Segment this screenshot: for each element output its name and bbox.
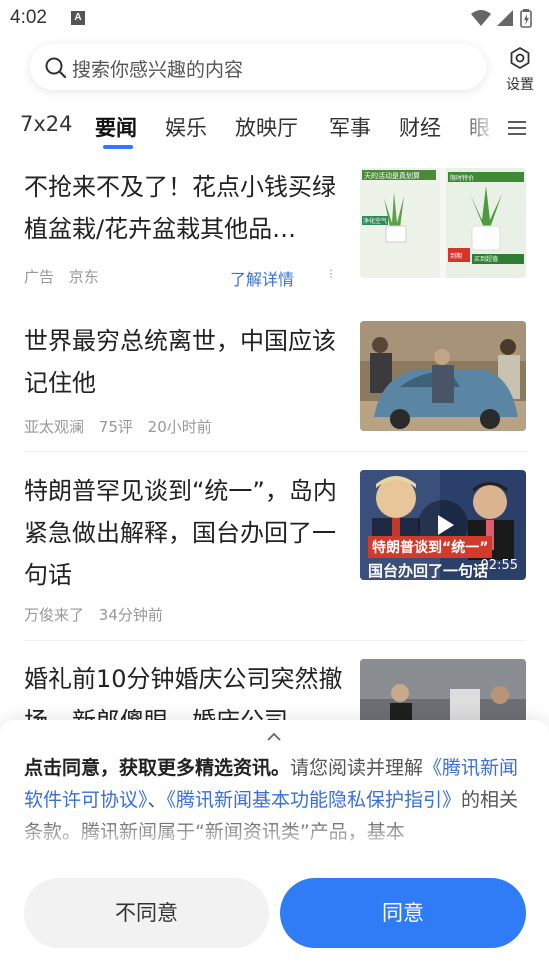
thumb-text-2: 净化空气 xyxy=(363,217,387,225)
divider xyxy=(24,451,526,452)
article-meta: 万俊来了 34分钟前 xyxy=(24,604,173,625)
article-source: 万俊来了 xyxy=(24,606,85,624)
video-thumbnail[interactable]: 特朗普谈到“统一” 国台办回了一句话 02:55 xyxy=(360,470,526,580)
article-title: 世界最穷总统离世，中国应该记住他 xyxy=(24,327,336,397)
tab-7x24[interactable]: 7x24 xyxy=(20,112,73,136)
search-icon xyxy=(45,57,67,79)
chevron-up-icon[interactable] xyxy=(266,732,282,742)
consent-text-1: 请您阅读并理解 xyxy=(290,757,424,779)
article-thumbnail: 天的活动是真划算 净化空气 限时特价 到期 买到超值 xyxy=(360,168,526,278)
active-tab-indicator xyxy=(103,145,133,149)
comment-count: 75评 xyxy=(98,418,133,436)
search-input[interactable]: 搜索你感兴趣的内容 xyxy=(30,44,486,90)
search-row: 搜索你感兴趣的内容 设置 xyxy=(0,36,549,98)
text-fade xyxy=(0,816,549,850)
article-thumbnail xyxy=(360,321,526,431)
learn-more-link[interactable]: 了解详情 xyxy=(230,266,294,290)
news-item-video[interactable]: 特朗普罕见谈到“统一”，岛内紧急做出解释，国台办回了一句话 特朗普谈到“统一” … xyxy=(24,470,526,630)
ad-label: 广告 xyxy=(24,268,55,286)
article-meta: 亚太观澜 75评 20小时前 xyxy=(24,416,222,437)
status-bar: 4:02 A xyxy=(0,0,549,36)
article-source: 亚太观澜 xyxy=(24,418,85,436)
search-placeholder: 搜索你感兴趣的内容 xyxy=(72,59,244,81)
video-duration: 02:55 xyxy=(480,558,518,573)
divider xyxy=(24,640,526,641)
tab-military[interactable]: 军事 xyxy=(329,112,371,142)
signal-icon xyxy=(497,10,513,26)
article-time: 20小时前 xyxy=(147,418,212,436)
disagree-button[interactable]: 不同意 xyxy=(24,878,269,948)
video-caption: 国台办回了一句话 xyxy=(368,562,489,580)
channel-tabs: 7x24 要闻 娱乐 放映厅 军事 财经 眼 xyxy=(0,104,549,150)
article-source: 京东 xyxy=(68,268,99,286)
news-item[interactable]: 世界最穷总统离世，中国应该记住他 亚太观澜 75评 20小时前 xyxy=(24,320,526,440)
news-item[interactable]: 婚礼前10分钟婚庆公司突然撤场，新郎傻眼，婚庆公司… xyxy=(24,658,526,720)
menu-icon[interactable] xyxy=(508,120,526,136)
wifi-icon xyxy=(471,10,491,26)
status-time: 4:02 xyxy=(10,7,47,28)
thumb-text-3: 限时特价 xyxy=(450,174,474,182)
notification-icon: A xyxy=(71,11,85,25)
article-thumbnail xyxy=(360,659,526,720)
settings-button[interactable]: 设置 xyxy=(500,46,540,96)
article-time: 34分钟前 xyxy=(98,606,163,624)
consent-lead: 点击同意，获取更多精选资讯。 xyxy=(24,757,291,779)
tab-cinema[interactable]: 放映厅 xyxy=(235,112,298,142)
article-title: 不抢来不及了！花点小钱买绿植盆栽/花卉盆栽其他品… xyxy=(24,173,336,243)
tab-entertainment[interactable]: 娱乐 xyxy=(165,112,207,142)
consent-sheet: 点击同意，获取更多精选资讯。请您阅读并理解《腾讯新闻软件许可协议》、《腾讯新闻基… xyxy=(0,720,549,977)
privacy-guide-link[interactable]: 《腾讯新闻基本功能隐私保护指引》 xyxy=(167,789,462,811)
thumb-text-5: 买到超值 xyxy=(474,255,498,263)
article-title: 特朗普罕见谈到“统一”，岛内紧急做出解释，国台办回了一句话 xyxy=(24,477,337,589)
article-title: 婚礼前10分钟婚庆公司突然撤场，新郎傻眼，婚庆公司… xyxy=(24,665,343,720)
tab-headlines[interactable]: 要闻 xyxy=(95,112,137,142)
agree-button[interactable]: 同意 xyxy=(280,878,526,948)
consent-separator: 、 xyxy=(147,789,167,811)
status-icons xyxy=(471,9,532,28)
article-meta: 广告 京东 xyxy=(24,266,109,287)
video-caption: 特朗普谈到“统一” xyxy=(368,536,493,558)
tab-finance[interactable]: 财经 xyxy=(399,112,441,142)
tabs-fade xyxy=(458,104,498,150)
news-item-ad[interactable]: 不抢来不及了！花点小钱买绿植盆栽/花卉盆栽其他品… 天的活动是真划算 净化空气 … xyxy=(24,166,526,296)
settings-label: 设置 xyxy=(506,77,534,93)
thumb-text-4: 到期 xyxy=(450,252,462,260)
more-options-icon[interactable]: ··· xyxy=(322,268,338,278)
gear-icon xyxy=(510,47,530,69)
thumb-text-1: 天的活动是真划算 xyxy=(364,171,420,180)
